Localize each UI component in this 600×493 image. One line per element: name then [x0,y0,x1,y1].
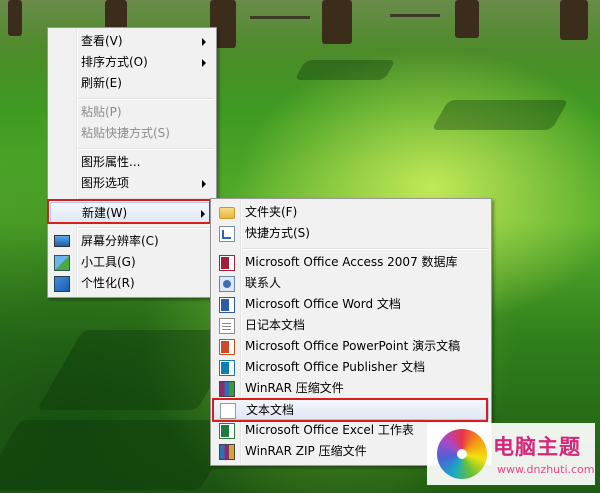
menu-item-gadgets[interactable]: 小工具(G) [50,252,214,273]
menu-item-label: 粘贴快捷方式(S) [81,126,170,140]
submenu-item-label: 日记本文档 [245,318,306,332]
submenu-item-journal-document[interactable]: 日记本文档 [213,315,489,336]
submenu-arrow-icon [201,210,205,218]
tree-trunk [8,0,22,36]
winrar-zip-icon [219,444,235,460]
submenu-item-label: WinRAR 压缩文件 [245,381,344,395]
submenu-item-contact[interactable]: 联系人 [213,273,489,294]
powerpoint-icon [219,339,235,355]
tree-shadow [294,60,396,80]
submenu-item-label: Microsoft Office Publisher 文档 [245,360,426,374]
menu-item-label: 个性化(R) [81,276,135,290]
menu-item-label: 小工具(G) [81,255,136,269]
submenu-item-label: WinRAR ZIP 压缩文件 [245,444,367,458]
bench [390,14,440,17]
submenu-arrow-icon [202,59,206,67]
menu-item-graphics-properties[interactable]: 图形属性... [50,152,214,173]
submenu-item-label: Microsoft Office Access 2007 数据库 [245,255,458,269]
tree-shadow [0,420,241,490]
submenu-item-label: 文本文档 [246,403,295,417]
tree-trunk [322,0,352,44]
submenu-item-folder[interactable]: 文件夹(F) [213,202,489,223]
tree-trunk [560,0,588,40]
winrar-icon [219,381,235,397]
menu-item-label: 图形选项 [81,176,130,190]
menu-item-label: 粘贴(P) [81,105,122,119]
word-icon [219,297,235,313]
menu-item-personalize[interactable]: 个性化(R) [50,273,214,294]
submenu-item-label: Microsoft Office Excel 工作表 [245,423,414,437]
menu-item-label: 查看(V) [81,34,123,48]
excel-icon [219,423,235,439]
submenu-item-shortcut[interactable]: 快捷方式(S) [213,223,489,244]
menu-item-refresh[interactable]: 刷新(E) [50,73,214,94]
menu-item-view[interactable]: 查看(V) [50,31,214,52]
publisher-icon [219,360,235,376]
text-document-icon [220,403,236,419]
shortcut-icon [219,226,235,242]
tree-trunk [455,0,479,38]
submenu-item-text-document[interactable]: 文本文档 [213,399,489,420]
submenu-item-publisher[interactable]: Microsoft Office Publisher 文档 [213,357,489,378]
contact-icon [219,276,235,292]
menu-separator [78,198,214,200]
submenu-item-label: 联系人 [245,276,282,290]
submenu-arrow-icon [202,180,206,188]
personalize-icon [54,276,70,292]
watermark-url: www.dnzhuti.com [497,463,595,476]
bench [250,16,310,19]
menu-item-screen-resolution[interactable]: 屏幕分辨率(C) [50,231,214,252]
flower-logo-icon [437,429,487,479]
folder-icon [219,207,235,219]
menu-item-label: 屏幕分辨率(C) [81,234,159,248]
submenu-item-label: Microsoft Office Word 文档 [245,297,401,311]
menu-item-label: 新建(W) [82,206,128,220]
watermark-logo: 电脑主题 www.dnzhuti.com [427,423,595,485]
submenu-item-word-document[interactable]: Microsoft Office Word 文档 [213,294,489,315]
menu-item-new[interactable]: 新建(W) [50,202,214,223]
menu-item-sort-by[interactable]: 排序方式(O) [50,52,214,73]
watermark-title: 电脑主题 [493,435,581,459]
menu-item-paste-shortcut: 粘贴快捷方式(S) [50,123,214,144]
menu-item-label: 图形属性... [81,155,141,169]
menu-separator [78,148,214,150]
menu-item-label: 刷新(E) [81,76,122,90]
submenu-item-winrar-archive[interactable]: WinRAR 压缩文件 [213,378,489,399]
submenu-item-label: Microsoft Office PowerPoint 演示文稿 [245,339,461,353]
access-icon [219,255,235,271]
submenu-item-label: 文件夹(F) [245,205,298,219]
menu-item-paste: 粘贴(P) [50,102,214,123]
menu-separator [78,227,214,229]
tree-shadow [431,100,569,130]
menu-separator [242,248,489,250]
submenu-item-label: 快捷方式(S) [245,226,310,240]
menu-separator [78,98,214,100]
screen-resolution-icon [54,235,70,247]
submenu-item-access-database[interactable]: Microsoft Office Access 2007 数据库 [213,252,489,273]
gadgets-icon [54,255,70,271]
submenu-arrow-icon [202,38,206,46]
menu-item-label: 排序方式(O) [81,55,148,69]
menu-item-graphics-options[interactable]: 图形选项 [50,173,214,194]
journal-icon [219,318,235,334]
submenu-item-powerpoint[interactable]: Microsoft Office PowerPoint 演示文稿 [213,336,489,357]
desktop-context-menu: 查看(V) 排序方式(O) 刷新(E) 粘贴(P) 粘贴快捷方式(S) 图形属性… [47,27,217,298]
